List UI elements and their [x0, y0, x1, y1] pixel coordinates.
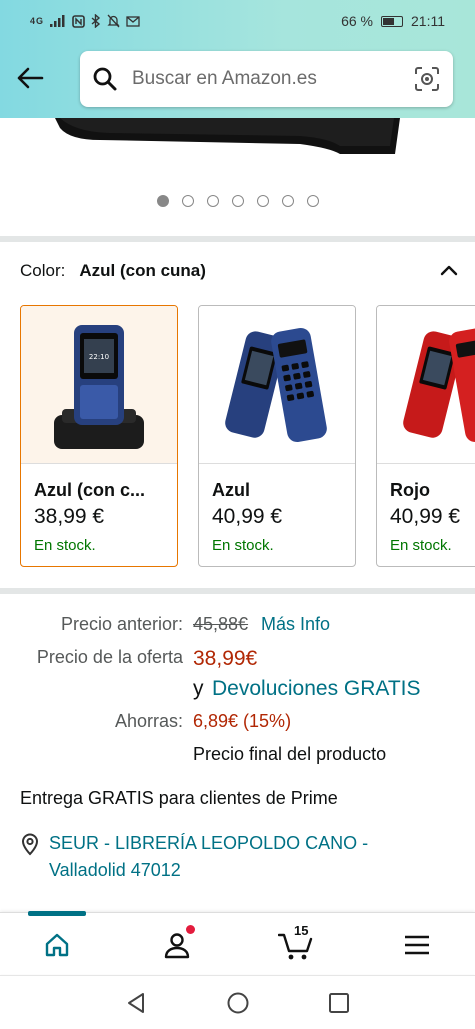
- status-bar: 4G 66 % 21:11: [0, 0, 475, 42]
- option-stock: En stock.: [34, 537, 96, 554]
- battery-icon: [381, 15, 403, 27]
- carousel-dot[interactable]: [181, 195, 194, 207]
- phone-red-open-image: [403, 327, 475, 442]
- bottom-navigation: 15: [0, 911, 475, 974]
- bluetooth-icon: [91, 14, 101, 28]
- option-name: Rojo: [390, 480, 430, 500]
- system-navigation-bar: [0, 975, 475, 1029]
- address-text[interactable]: SEUR - LIBRERÍA LEOPOLDO CANO - Valladol…: [49, 830, 368, 884]
- color-option-azul[interactable]: Azul 40,99 € En stock.: [198, 305, 356, 567]
- product-image-carousel[interactable]: [0, 118, 475, 236]
- battery-percent: 66 %: [341, 13, 373, 29]
- active-tab-indicator: [28, 911, 86, 916]
- notification-dot: [186, 925, 195, 934]
- home-icon: [45, 933, 69, 957]
- product-image: [55, 118, 400, 154]
- nav-home[interactable]: [39, 927, 75, 963]
- system-back-icon[interactable]: [123, 990, 149, 1016]
- delivery-message: Entrega GRATIS para clientes de Prime: [20, 788, 338, 808]
- divider: [0, 588, 475, 594]
- carousel-dot[interactable]: [256, 195, 269, 207]
- carousel-dot[interactable]: [281, 195, 294, 207]
- system-recents-icon[interactable]: [326, 990, 352, 1016]
- free-returns-link[interactable]: Devoluciones GRATIS: [212, 677, 421, 701]
- option-price: 40,99 €: [212, 505, 283, 528]
- network-type: 4G: [30, 16, 45, 26]
- option-image: 22:10: [21, 306, 177, 464]
- list-price-label: Precio anterior:: [60, 614, 183, 634]
- location-pin-icon: [21, 833, 39, 856]
- carousel-dot[interactable]: [156, 195, 169, 207]
- carousel-dot[interactable]: [306, 195, 319, 207]
- svg-text:22:10: 22:10: [89, 353, 109, 361]
- user-icon: [164, 933, 190, 959]
- nav-account[interactable]: [159, 925, 195, 963]
- returns-prefix: y: [193, 677, 204, 700]
- color-option-azul-con-cuna[interactable]: 22:10 Azul (con c... 38,99 € En stock.: [20, 305, 178, 567]
- back-arrow-icon[interactable]: [14, 62, 46, 94]
- nav-cart[interactable]: 15: [278, 923, 314, 963]
- clock: 21:11: [411, 13, 445, 29]
- deal-price-label: Precio de la oferta: [36, 647, 183, 667]
- color-selected-value: Azul (con cuna): [79, 261, 206, 280]
- mail-icon: [126, 15, 140, 27]
- option-price: 40,99 €: [390, 505, 461, 528]
- divider: [0, 236, 475, 242]
- option-stock: En stock.: [390, 537, 452, 554]
- option-name: Azul: [212, 480, 250, 500]
- search-icon: [93, 67, 117, 91]
- system-home-icon[interactable]: [225, 990, 251, 1016]
- carousel-dot[interactable]: [231, 195, 244, 207]
- app-header: Buscar en Amazon.es: [0, 42, 475, 118]
- list-price: 45,88€: [193, 614, 249, 634]
- camera-scan-icon[interactable]: [413, 65, 441, 93]
- more-info-link[interactable]: Más Info: [261, 614, 330, 635]
- final-price-note: Precio final del producto: [193, 744, 387, 764]
- color-option-rojo[interactable]: Rojo 40,99 € En stock.: [376, 305, 475, 567]
- color-label: Color:: [20, 261, 66, 280]
- address-line-2: Valladolid 47012: [49, 860, 181, 880]
- option-name: Azul (con c...: [34, 480, 146, 500]
- address-line-1: SEUR - LIBRERÍA LEOPOLDO CANO -: [49, 833, 369, 853]
- search-input[interactable]: Buscar en Amazon.es: [132, 68, 413, 90]
- option-image: [377, 306, 475, 464]
- option-price: 38,99 €: [34, 505, 105, 528]
- phone-blue-open-image: [225, 327, 327, 442]
- status-icons-left: 4G: [30, 14, 140, 28]
- option-stock: En stock.: [212, 537, 274, 554]
- savings-label: Ahorras:: [114, 711, 183, 731]
- signal-icon: [50, 15, 65, 27]
- nfc-icon: [72, 14, 85, 28]
- nav-menu[interactable]: [399, 927, 435, 963]
- option-image: [199, 306, 355, 464]
- cart-count: 15: [294, 923, 309, 938]
- chevron-up-icon[interactable]: [438, 260, 460, 282]
- delivery-address[interactable]: SEUR - LIBRERÍA LEOPOLDO CANO - Valladol…: [20, 830, 440, 884]
- hamburger-menu-icon: [405, 935, 429, 955]
- mute-icon: [107, 14, 120, 28]
- status-icons-right: 66 % 21:11: [341, 13, 445, 29]
- carousel-dot[interactable]: [206, 195, 219, 207]
- deal-price: 38,99€: [193, 647, 258, 670]
- phone-blue-with-cradle-image: 22:10: [54, 324, 144, 449]
- search-bar[interactable]: Buscar en Amazon.es: [80, 51, 453, 107]
- savings-value: 6,89€ (15%): [193, 711, 292, 731]
- color-selector-header[interactable]: Color: Azul (con cuna): [20, 260, 460, 282]
- carousel-dots[interactable]: [0, 195, 475, 207]
- color-options: 22:10 Azul (con c... 38,99 € En stock. A…: [20, 305, 475, 569]
